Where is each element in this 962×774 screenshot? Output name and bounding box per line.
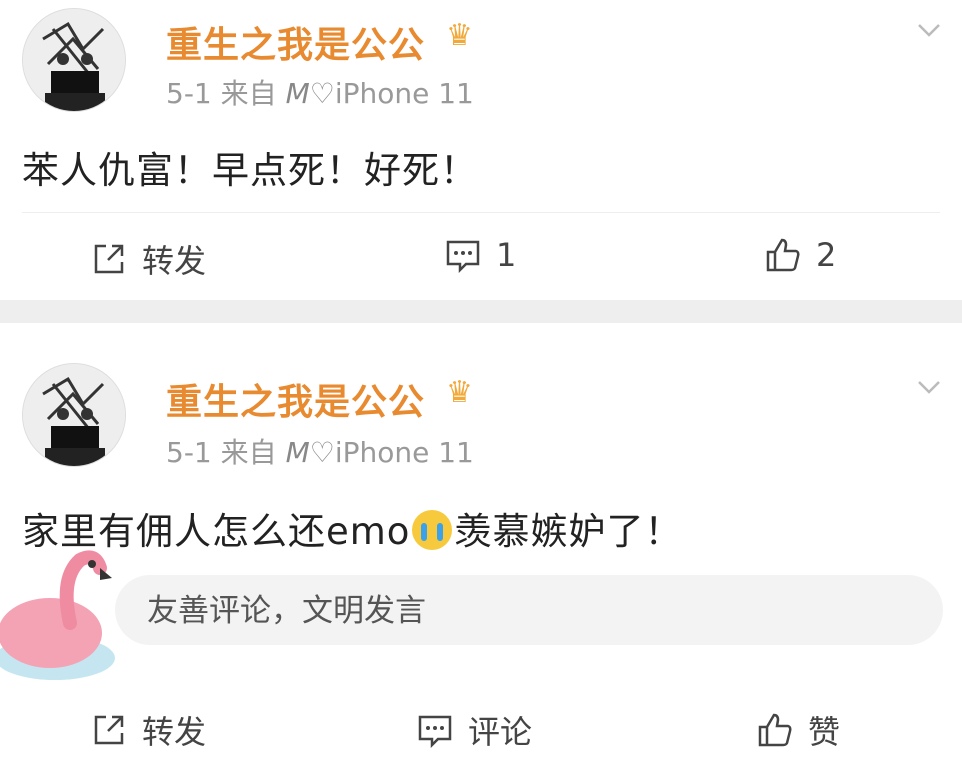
comment-input[interactable] <box>145 575 909 647</box>
chevron-down-icon[interactable] <box>916 16 942 42</box>
comment-icon <box>418 715 452 749</box>
post-meta: 5-1 来自 M♡iPhone 11 <box>166 72 474 112</box>
post-card: 重生之我是公公 ♛ 5-1 来自 M♡iPhone 11 家里有佣人怎么还emo… <box>0 323 962 774</box>
comment-label: 评论 <box>468 713 533 751</box>
repost-label: 转发 <box>142 242 207 280</box>
post-meta: 5-1 来自 M♡iPhone 11 <box>166 431 474 471</box>
like-count: 2 <box>816 236 837 274</box>
repost-label: 转发 <box>142 713 207 751</box>
flamingo-sticker <box>0 550 115 680</box>
comment-button[interactable]: 1 <box>444 236 516 274</box>
post-content: 苯人仇富！早点死！好死！ <box>22 149 478 192</box>
comment-button[interactable]: 评论 <box>416 707 532 753</box>
repost-button[interactable]: 转发 <box>90 236 206 282</box>
avatar[interactable] <box>22 8 126 112</box>
like-button[interactable]: 赞 <box>756 707 840 753</box>
crying-face-icon <box>412 510 453 550</box>
post-date: 5-1 <box>166 77 212 110</box>
thumbs-up-icon <box>766 238 800 272</box>
comment-input-box[interactable] <box>115 575 943 647</box>
comment-icon <box>446 240 480 274</box>
thumbs-up-icon <box>758 713 792 747</box>
username[interactable]: 重生之我是公公 <box>166 373 425 425</box>
comment-count: 1 <box>496 236 517 274</box>
divider <box>22 212 940 213</box>
source-brand: M♡ <box>285 436 335 469</box>
source-device[interactable]: iPhone 11 <box>335 77 474 110</box>
like-label: 赞 <box>808 713 841 751</box>
crown-icon: ♛ <box>446 18 473 53</box>
repost-icon <box>94 244 124 274</box>
source-brand: M♡ <box>285 77 335 110</box>
repost-button[interactable]: 转发 <box>90 707 206 753</box>
source-prefix: 来自 <box>220 77 277 110</box>
chevron-down-icon[interactable] <box>916 373 942 399</box>
post-date: 5-1 <box>166 436 212 469</box>
like-button[interactable]: 2 <box>764 236 836 274</box>
post-content-text: 羡慕嫉妒了！ <box>454 510 683 553</box>
avatar[interactable] <box>22 363 126 467</box>
username[interactable]: 重生之我是公公 <box>166 16 425 68</box>
source-device[interactable]: iPhone 11 <box>335 436 474 469</box>
crown-icon: ♛ <box>446 375 473 410</box>
repost-icon <box>94 715 124 745</box>
post-card: 重生之我是公公 ♛ 5-1 来自 M♡iPhone 11 苯人仇富！早点死！好死… <box>0 0 962 300</box>
source-prefix: 来自 <box>220 436 277 469</box>
post-separator <box>0 300 962 323</box>
